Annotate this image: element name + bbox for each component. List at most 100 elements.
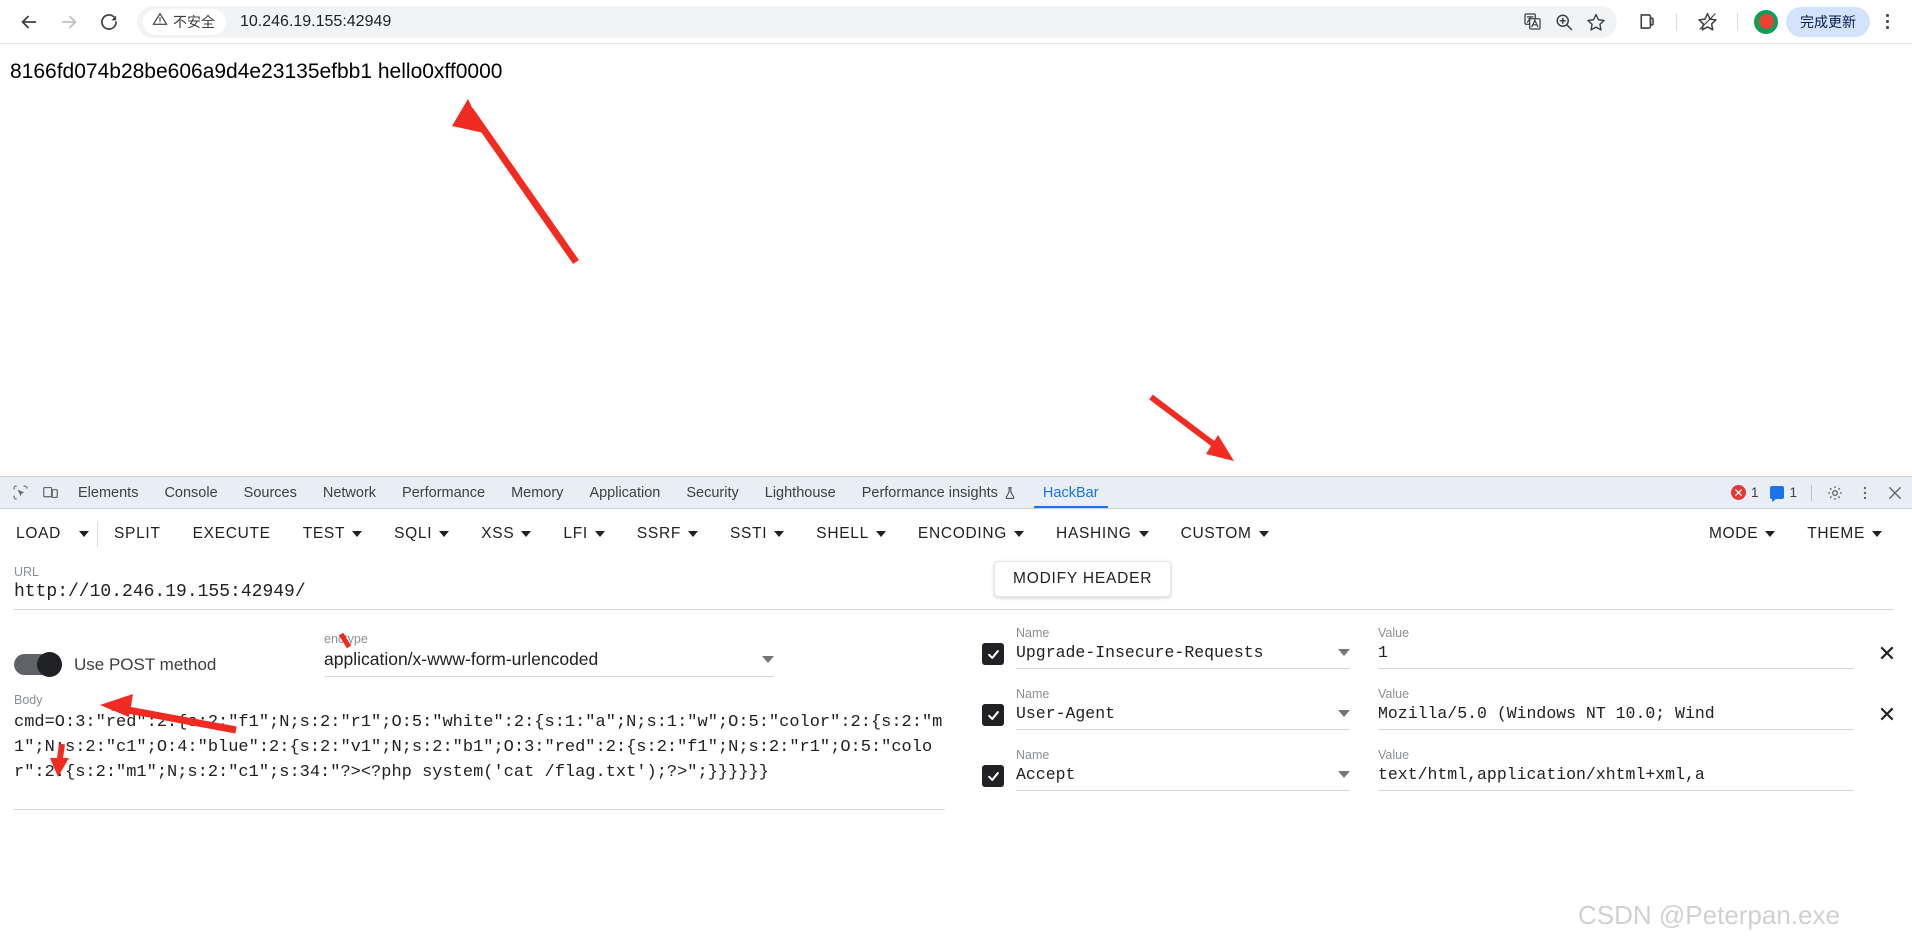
error-icon: ✕ (1730, 485, 1746, 500)
devtools-tab-label: Sources (243, 484, 297, 501)
devtools-tab-hackbar[interactable]: HackBar (1030, 477, 1112, 508)
devtools-tab-label: HackBar (1042, 484, 1099, 501)
header-name-select[interactable]: User-Agent (1016, 704, 1350, 730)
inspect-element-icon[interactable] (5, 477, 35, 508)
back-button[interactable] (9, 2, 49, 42)
hackbar-test-button[interactable]: TEST (287, 516, 378, 552)
error-badge[interactable]: ✕ 1 (1727, 485, 1763, 500)
devtools-tab-label: Lighthouse (764, 484, 836, 501)
header-value-input[interactable]: Mozilla/5.0 (Windows NT 10.0; Wind (1378, 704, 1854, 730)
header-name-select[interactable]: Accept (1016, 765, 1350, 791)
bookmark-star-icon[interactable] (1581, 7, 1611, 37)
gear-icon[interactable] (1822, 480, 1848, 506)
device-toolbar-icon[interactable] (35, 477, 65, 508)
devtools-panel: Elements Console Sources Network Performance… (0, 476, 1912, 952)
devtools-more-icon[interactable] (1852, 480, 1878, 506)
forward-button[interactable] (49, 2, 89, 42)
header-enabled-checkbox[interactable] (982, 643, 1004, 665)
devtools-tab-console[interactable]: Console (151, 477, 230, 508)
security-status-chip[interactable]: 不安全 (143, 8, 226, 35)
header-value-input[interactable]: text/html,application/xhtml+xml,a (1378, 765, 1854, 791)
enctype-group: enctype application/x-www-form-urlencode… (324, 632, 774, 677)
header-value-text: 1 (1378, 643, 1388, 662)
header-row: Name Upgrade-Insecure-Requests Value 1 ✕ (968, 617, 1912, 678)
devtools-tab-list: Elements Console Sources Network Performance… (65, 477, 1112, 508)
hackbar-xss-label: XSS (481, 525, 515, 542)
header-name-label: Name (1016, 687, 1050, 701)
hackbar-split-button[interactable]: SPLIT (98, 516, 177, 552)
devtools-tabbar: Elements Console Sources Network Performance… (0, 477, 1912, 509)
hackbar-load-dropdown-button[interactable] (71, 516, 97, 552)
chevron-down-icon (1338, 649, 1350, 656)
post-method-label: Use POST method (74, 654, 217, 674)
devtools-tab-network[interactable]: Network (310, 477, 389, 508)
update-button[interactable]: 完成更新 (1786, 6, 1870, 37)
hackbar-split-label: SPLIT (114, 525, 161, 542)
page-viewport: 8166fd074b28be606a9d4e23135efbb1 hello0x… (0, 44, 1912, 484)
header-value-input[interactable]: 1 (1378, 643, 1854, 669)
hackbar-ssrf-button[interactable]: SSRF (621, 516, 714, 552)
devtools-tab-sources[interactable]: Sources (231, 477, 310, 508)
warning-triangle-icon (152, 11, 168, 32)
devtools-tab-label: Network (322, 484, 377, 501)
hackbar-shell-button[interactable]: SHELL (800, 516, 902, 552)
chevron-down-icon (1338, 710, 1350, 717)
error-count: 1 (1750, 485, 1759, 500)
header-name-select[interactable]: Upgrade-Insecure-Requests (1016, 643, 1350, 669)
browser-menu-icon[interactable] (1872, 5, 1902, 39)
enctype-select[interactable]: application/x-www-form-urlencoded (324, 649, 774, 677)
side-panel-icon[interactable] (1626, 2, 1666, 42)
devtools-tab-performance[interactable]: Performance (389, 477, 498, 508)
header-remove-button[interactable]: ✕ (1870, 641, 1904, 667)
header-value-text: text/html,application/xhtml+xml,a (1378, 765, 1705, 784)
devtools-tab-label: Elements (78, 484, 139, 501)
star-extension-icon[interactable] (1687, 2, 1727, 42)
hackbar-lfi-button[interactable]: LFI (547, 516, 621, 552)
chevron-down-icon (774, 531, 785, 537)
body-textarea[interactable]: cmd=O:3:"red":2:{s:2:"f1";N;s:2:"r1";O:5… (14, 710, 945, 810)
devtools-tab-elements[interactable]: Elements (65, 477, 151, 508)
address-bar-url[interactable]: 10.246.19.155:42949 (226, 13, 1517, 31)
header-row: Name Accept Value text/html,application/xht… (968, 739, 1912, 800)
hackbar-execute-button[interactable]: EXECUTE (177, 516, 287, 552)
devtools-tab-label: Performance insights (861, 484, 998, 501)
modify-header-button[interactable]: MODIFY HEADER (994, 561, 1172, 597)
close-icon[interactable] (1882, 480, 1908, 506)
header-name-group: Name User-Agent (1016, 687, 1350, 730)
devtools-tab-lighthouse[interactable]: Lighthouse (752, 477, 849, 508)
header-enabled-checkbox[interactable] (982, 704, 1004, 726)
reload-button[interactable] (89, 2, 129, 42)
chevron-down-icon (521, 531, 532, 537)
header-remove-button[interactable]: ✕ (1870, 702, 1904, 728)
header-editor-column: MODIFY HEADER Name Upgrade-Insecure-Reque… (968, 527, 1912, 800)
address-bar[interactable]: 不安全 10.246.19.155:42949 (137, 5, 1617, 38)
devtools-tab-application[interactable]: Application (576, 477, 673, 508)
hackbar-xss-button[interactable]: XSS (465, 516, 547, 552)
post-method-toggle-group[interactable]: Use POST method (14, 652, 324, 677)
avatar[interactable] (1754, 9, 1778, 34)
browser-toolbar: 不安全 10.246.19.155:42949 完成更新 (0, 0, 1912, 44)
hackbar-load-button[interactable]: LOAD (0, 516, 71, 552)
hackbar-sqli-button[interactable]: SQLI (378, 516, 465, 552)
header-value-group: Value Mozilla/5.0 (Windows NT 10.0; Wind (1378, 687, 1854, 730)
zoom-search-icon[interactable] (1549, 7, 1579, 37)
hackbar-shell-label: SHELL (816, 525, 869, 542)
devtools-tab-security[interactable]: Security (673, 477, 751, 508)
post-method-toggle[interactable] (14, 652, 62, 677)
chevron-down-icon (762, 656, 774, 663)
header-value-label: Value (1378, 626, 1410, 640)
header-row-list: Name Upgrade-Insecure-Requests Value 1 ✕ Name… (968, 617, 1912, 800)
enctype-label: enctype (324, 632, 368, 646)
hackbar-ssti-label: SSTI (730, 525, 768, 542)
toolbar-right-actions: 完成更新 (1626, 2, 1912, 42)
status-divider (1811, 484, 1812, 501)
translate-icon[interactable] (1517, 7, 1547, 37)
hackbar-ssti-button[interactable]: SSTI (714, 516, 800, 552)
chevron-down-icon (352, 531, 363, 537)
message-badge[interactable]: 1 (1766, 485, 1801, 502)
header-enabled-checkbox[interactable] (982, 765, 1004, 787)
devtools-tab-memory[interactable]: Memory (498, 477, 576, 508)
header-name-label: Name (1016, 626, 1050, 640)
back-arrow-icon (18, 11, 40, 33)
devtools-tab-performance-insights[interactable]: Performance insights (849, 477, 1030, 508)
